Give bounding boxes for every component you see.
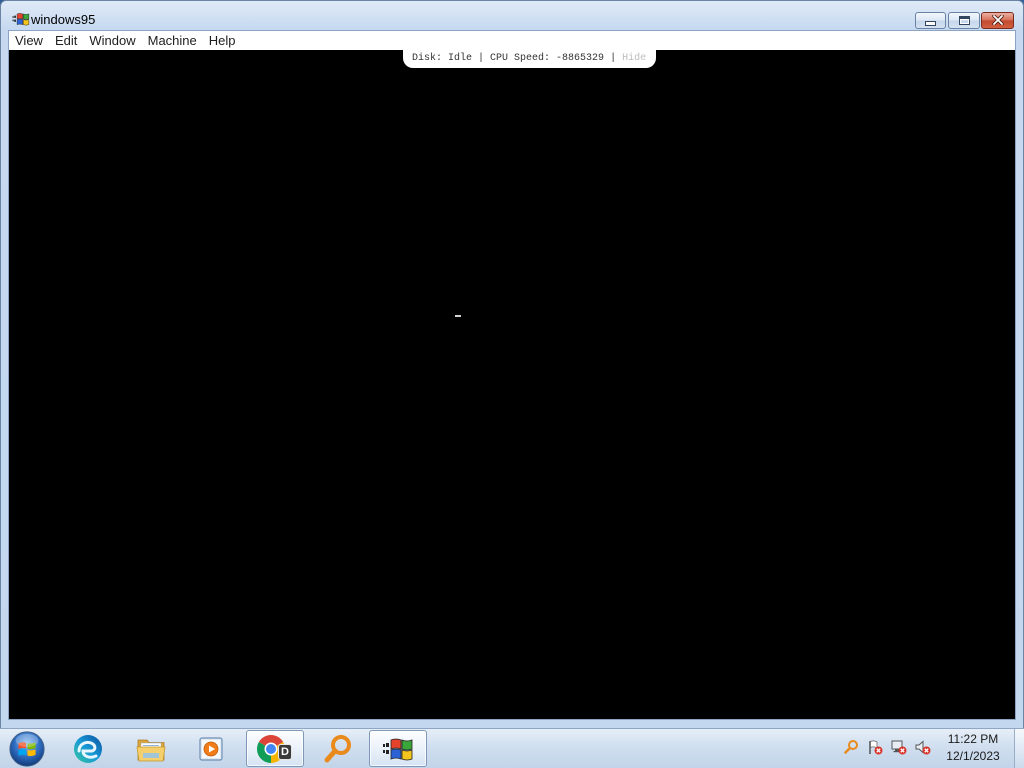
start-button[interactable] <box>7 729 47 768</box>
chrome-profile-badge: D <box>278 744 292 760</box>
taskbar-button-media-player[interactable] <box>182 730 240 767</box>
close-button[interactable] <box>981 12 1014 29</box>
taskbar-button-file-explorer[interactable] <box>122 730 180 767</box>
taskbar-button-edge[interactable] <box>59 730 117 767</box>
file-explorer-icon <box>135 733 167 765</box>
taskbar: D 11:22 PM 12/1/2023 <box>0 728 1024 768</box>
menu-view[interactable]: View <box>9 31 49 50</box>
windows-start-orb-icon <box>8 730 46 768</box>
volume-muted-icon[interactable] <box>915 739 931 755</box>
app-window: windows95 View Edit Window Machine Help … <box>0 0 1024 728</box>
clock-time: 11:22 PM <box>947 732 999 746</box>
network-disconnected-icon[interactable] <box>891 739 907 755</box>
maximize-button[interactable] <box>948 12 980 29</box>
menu-window[interactable]: Window <box>83 31 141 50</box>
status-separator: | <box>478 53 485 64</box>
close-icon <box>991 12 1004 30</box>
taskbar-button-chrome[interactable]: D <box>246 730 304 767</box>
media-player-icon <box>195 733 227 765</box>
minimize-icon <box>925 21 936 26</box>
windows95-app-icon[interactable] <box>12 10 30 28</box>
status-bar: Disk: Idle | CPU Speed: -8865329 | Hide <box>403 50 656 68</box>
search-magnifier-icon <box>322 733 354 765</box>
hide-status-button[interactable]: Hide <box>622 53 646 64</box>
minimize-button[interactable] <box>915 12 946 29</box>
text-cursor <box>455 315 461 317</box>
menu-machine[interactable]: Machine <box>142 31 203 50</box>
taskbar-button-search[interactable] <box>309 730 367 767</box>
show-desktop-button[interactable] <box>1014 729 1024 768</box>
title-bar[interactable]: windows95 <box>1 1 1023 30</box>
status-separator: | <box>610 53 617 64</box>
menu-bar: View Edit Window Machine Help <box>9 31 1015 50</box>
action-center-flag-error-icon[interactable] <box>867 739 883 755</box>
disk-status: Disk: Idle <box>412 53 473 64</box>
magnifier-icon[interactable] <box>843 739 859 755</box>
taskbar-button-windows95[interactable] <box>369 730 427 767</box>
windows95-app-icon <box>382 733 414 765</box>
window-title: windows95 <box>31 12 96 27</box>
cpu-speed-status: CPU Speed: -8865329 <box>490 53 605 64</box>
client-area: View Edit Window Machine Help Disk: Idle… <box>8 30 1016 720</box>
clock-date: 12/1/2023 <box>946 749 1000 763</box>
maximize-icon <box>958 16 970 25</box>
emulator-screen[interactable]: Disk: Idle | CPU Speed: -8865329 | Hide <box>9 50 1015 719</box>
clock[interactable]: 11:22 PM 12/1/2023 <box>940 731 1006 765</box>
menu-edit[interactable]: Edit <box>49 31 83 50</box>
edge-icon <box>72 733 104 765</box>
menu-help[interactable]: Help <box>203 31 242 50</box>
